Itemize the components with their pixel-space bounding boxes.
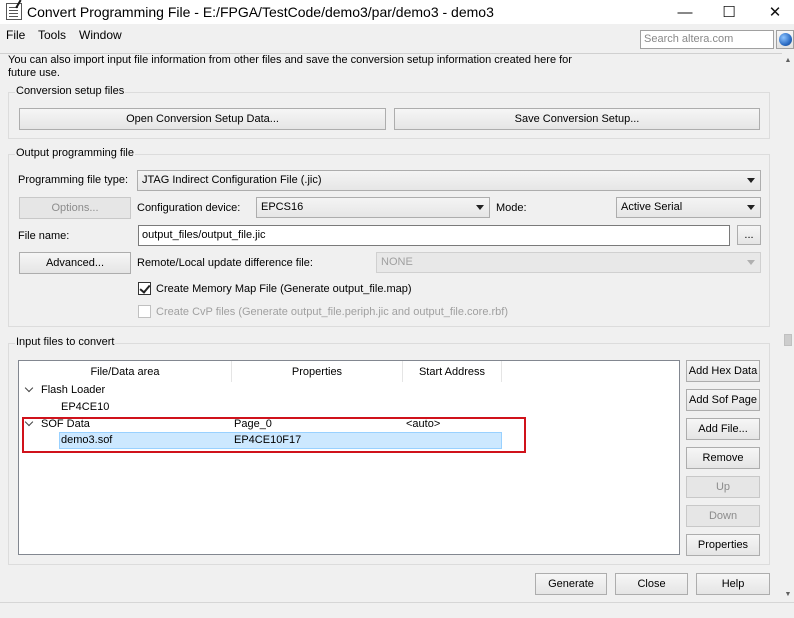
config-device-label: Configuration device: (137, 202, 241, 214)
open-conversion-setup-button[interactable]: Open Conversion Setup Data... (19, 108, 386, 130)
file-type-value: JTAG Indirect Configuration File (.jic) (142, 174, 322, 186)
input-files-label: Input files to convert (15, 336, 116, 348)
remote-update-select[interactable]: NONE (376, 252, 761, 273)
file-type-select[interactable]: JTAG Indirect Configuration File (.jic) (137, 170, 761, 191)
help-button[interactable]: Help (696, 573, 770, 595)
chevron-down-icon (747, 205, 755, 210)
app-icon (6, 3, 22, 20)
window-title: Convert Programming File - E:/FPGA/TestC… (27, 4, 494, 20)
file-type-label: Programming file type: (18, 174, 129, 186)
tree-item-ep4ce10[interactable]: EP4CE10 (61, 401, 109, 413)
generate-button[interactable]: Generate (535, 573, 607, 595)
vertical-scrollbar[interactable]: ▲ ▼ (782, 54, 794, 602)
memory-map-checkbox[interactable] (138, 282, 151, 295)
browse-button[interactable]: ... (737, 225, 761, 245)
close-window-button[interactable]: ✕ (752, 0, 794, 24)
menu-tools[interactable]: Tools (36, 28, 68, 42)
close-button[interactable]: Close (615, 573, 688, 595)
mode-select[interactable]: Active Serial (616, 197, 761, 218)
remote-update-label: Remote/Local update difference file: (137, 257, 313, 269)
scroll-down-icon[interactable]: ▼ (782, 588, 794, 600)
remote-update-value: NONE (381, 256, 413, 268)
options-button[interactable]: Options... (19, 197, 131, 219)
chevron-down-icon (747, 178, 755, 183)
remove-button[interactable]: Remove (686, 447, 760, 469)
status-strip (0, 602, 794, 618)
maximize-button[interactable]: ☐ (706, 0, 752, 24)
column-header-file[interactable]: File/Data area (19, 361, 232, 382)
output-programming-label: Output programming file (15, 147, 135, 159)
properties-button[interactable]: Properties (686, 534, 760, 556)
menu-file[interactable]: File (4, 28, 27, 42)
chevron-down-icon (747, 260, 755, 265)
config-device-select[interactable]: EPCS16 (256, 197, 490, 218)
mode-label: Mode: (496, 202, 527, 214)
highlight-annotation-box (22, 417, 526, 453)
cvp-label: Create CvP files (Generate output_file.p… (156, 306, 508, 318)
globe-icon[interactable] (776, 30, 794, 49)
file-name-label: File name: (18, 230, 70, 242)
menu-window[interactable]: Window (77, 28, 124, 42)
mode-value: Active Serial (621, 201, 683, 213)
scrollbar-thumb[interactable] (784, 334, 792, 346)
conversion-setup-label: Conversion setup files (15, 85, 126, 97)
save-conversion-setup-button[interactable]: Save Conversion Setup... (394, 108, 760, 130)
input-files-tree[interactable]: File/Data area Properties Start Address … (18, 360, 680, 555)
memory-map-label: Create Memory Map File (Generate output_… (156, 283, 412, 295)
add-hex-data-button[interactable]: Add Hex Data (686, 360, 760, 382)
tree-item-flash-loader[interactable]: Flash Loader (41, 384, 105, 396)
down-button[interactable]: Down (686, 505, 760, 527)
add-sof-page-button[interactable]: Add Sof Page (686, 389, 760, 411)
chevron-down-icon[interactable] (24, 383, 34, 393)
advanced-button[interactable]: Advanced... (19, 252, 131, 274)
intro-text: You can also import input file informati… (8, 54, 572, 79)
cvp-checkbox[interactable] (138, 305, 151, 318)
scroll-up-icon[interactable]: ▲ (782, 54, 794, 66)
config-device-value: EPCS16 (261, 201, 304, 213)
search-input[interactable]: Search altera.com (640, 30, 774, 49)
file-name-input[interactable]: output_files/output_file.jic (138, 225, 730, 246)
chevron-down-icon (476, 205, 484, 210)
up-button[interactable]: Up (686, 476, 760, 498)
add-file-button[interactable]: Add File... (686, 418, 760, 440)
column-header-start-address[interactable]: Start Address (403, 361, 502, 382)
minimize-button[interactable]: — (662, 0, 708, 24)
column-header-properties[interactable]: Properties (232, 361, 403, 382)
